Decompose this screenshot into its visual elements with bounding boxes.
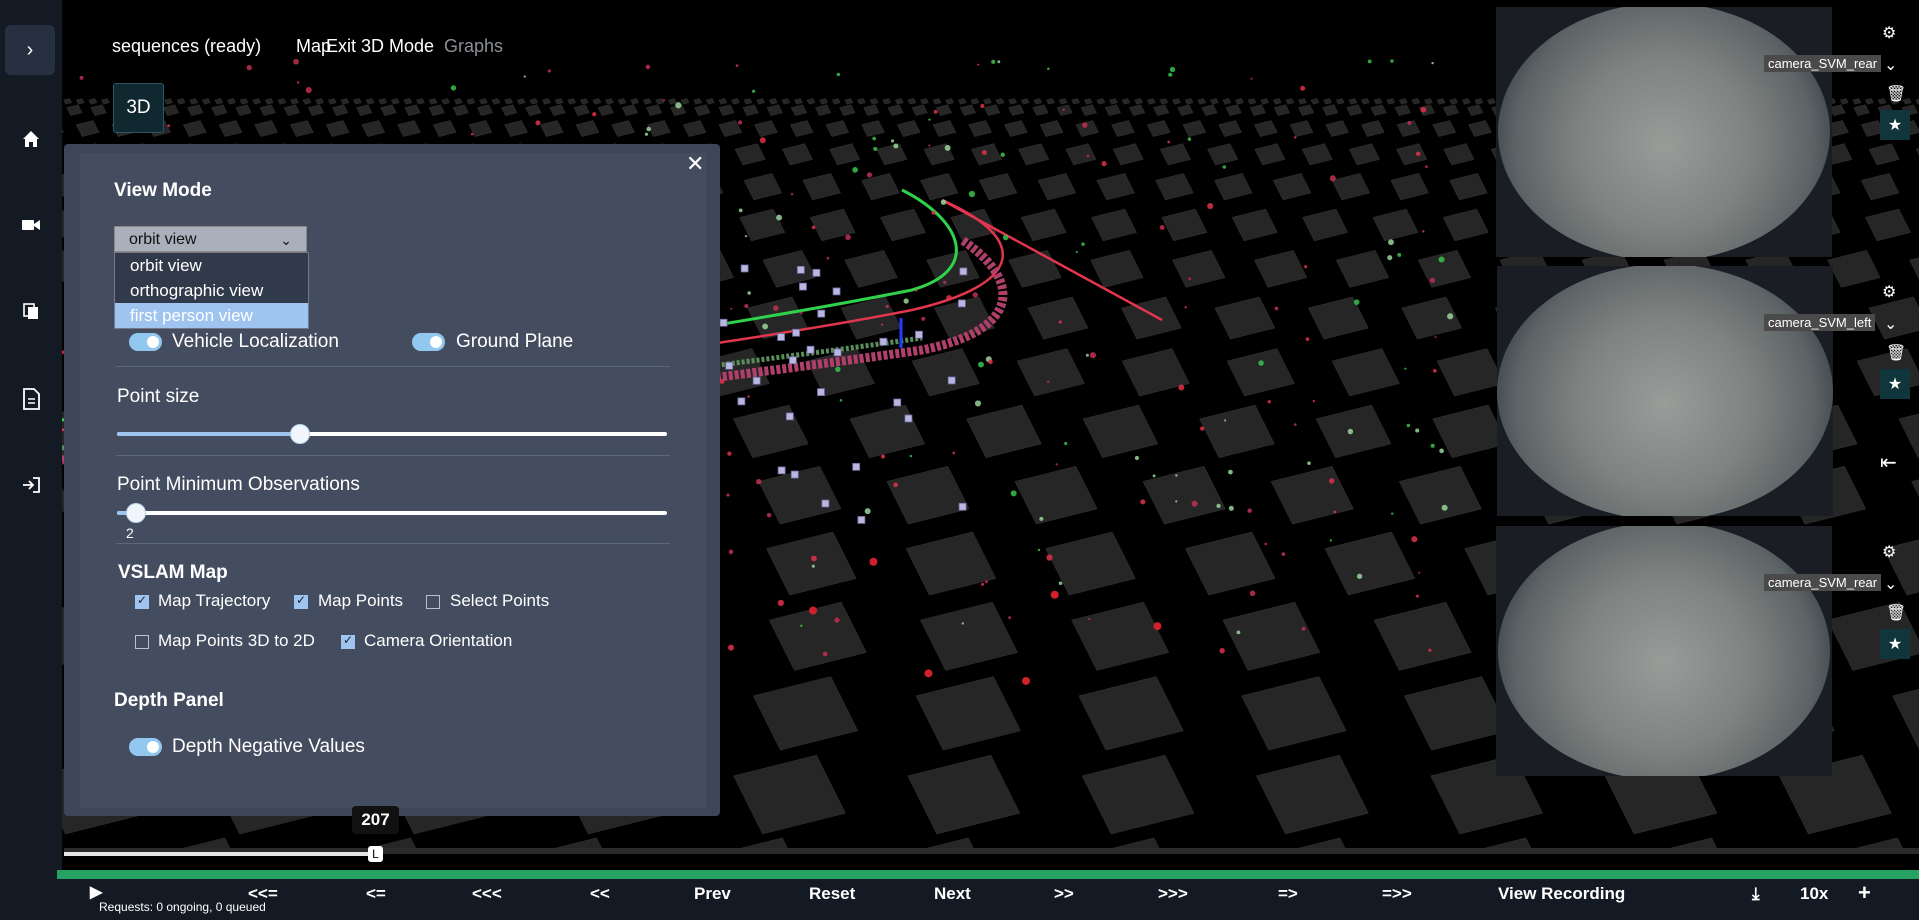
chevron-down-icon[interactable]: ⌄: [1884, 314, 1897, 334]
camera-select[interactable]: camera_SVM_left: [1764, 314, 1876, 331]
camera-image: [1498, 526, 1830, 776]
forward-fast-button[interactable]: >>>: [1158, 884, 1188, 904]
camera-orientation-label: Camera Orientation: [364, 631, 513, 650]
timeline-handle[interactable]: L: [368, 846, 383, 862]
divider: [116, 455, 670, 456]
collapse-panel-icon[interactable]: ⇤: [1880, 450, 1897, 475]
map-points-3d-to-2d-checkbox[interactable]: [135, 635, 149, 649]
add-button[interactable]: +: [1858, 880, 1871, 906]
point-size-slider-thumb[interactable]: [290, 424, 310, 444]
requests-status: Requests: 0 ongoing, 0 queued: [99, 900, 266, 914]
timeline-progress: [64, 852, 376, 856]
min-observations-label: Point Minimum Observations: [117, 474, 360, 495]
depth-negative-label: Depth Negative Values: [172, 736, 365, 757]
star-icon[interactable]: ★: [1880, 629, 1910, 659]
camera-orientation-checkbox[interactable]: [341, 633, 355, 649]
depth-negative-toggle[interactable]: [129, 738, 162, 756]
login-icon[interactable]: [12, 466, 50, 504]
recording-availability-bar: [57, 870, 1919, 879]
map-trajectory-label: Map Trajectory: [158, 591, 271, 610]
view-mode-heading: View Mode: [114, 180, 212, 201]
camera-panel: [1496, 7, 1832, 257]
select-points-checkbox[interactable]: [426, 595, 440, 609]
view-mode-dropdown: orbit view orthographic view first perso…: [114, 252, 309, 329]
3d-mode-button[interactable]: 3D: [113, 83, 164, 133]
trash-icon[interactable]: 🗑: [1886, 603, 1906, 623]
prev-button[interactable]: Prev: [694, 884, 731, 904]
star-icon[interactable]: ★: [1880, 110, 1910, 140]
camera-select[interactable]: camera_SVM_rear: [1764, 55, 1882, 72]
map-trajectory-checkbox[interactable]: [135, 593, 149, 609]
view-mode-select[interactable]: orbit view ⌄: [114, 226, 307, 252]
play-button[interactable]: ▶: [90, 882, 102, 902]
video-camera-icon[interactable]: [12, 206, 50, 244]
option-orbit-view[interactable]: orbit view: [115, 253, 308, 278]
vehicle-localization-toggle[interactable]: [129, 333, 162, 351]
sidebar: ›: [0, 0, 62, 920]
star-icon[interactable]: ★: [1880, 369, 1910, 399]
ground-plane-toggle[interactable]: [412, 333, 445, 351]
next-button[interactable]: Next: [934, 884, 971, 904]
gear-icon[interactable]: ⚙: [1882, 542, 1896, 562]
rewind-button[interactable]: <<: [590, 884, 610, 904]
frame-number-badge: 207: [352, 806, 399, 834]
playback-speed[interactable]: 10x: [1800, 884, 1828, 904]
camera-panel: [1496, 526, 1832, 776]
download-icon[interactable]: ⤓: [1752, 884, 1760, 904]
divider: [116, 366, 670, 367]
document-icon[interactable]: [12, 380, 50, 418]
gear-icon[interactable]: ⚙: [1882, 282, 1896, 302]
rewind-fast-button[interactable]: <<<: [472, 884, 502, 904]
jump-forward-button[interactable]: =>: [1278, 884, 1298, 904]
point-size-slider-fill: [117, 432, 299, 436]
camera-select[interactable]: camera_SVM_rear: [1764, 574, 1882, 591]
option-orthographic-view[interactable]: orthographic view: [115, 278, 308, 303]
sidebar-toggle-button[interactable]: ›: [5, 25, 55, 75]
chevron-down-icon[interactable]: ⌄: [1884, 55, 1897, 75]
map-points-checkbox[interactable]: [294, 593, 308, 609]
status-text: sequences (ready): [112, 36, 262, 56]
close-icon[interactable]: ✕: [686, 151, 704, 177]
map-points-label: Map Points: [318, 591, 404, 610]
playback-controls: [62, 879, 1919, 920]
jump-back-button[interactable]: <=: [366, 884, 386, 904]
jump-back-far-button[interactable]: <<=: [248, 884, 278, 904]
min-observations-value: 2: [126, 525, 134, 541]
ground-plane-label: Ground Plane: [456, 331, 574, 352]
chevron-down-icon: ⌄: [280, 232, 292, 248]
divider: [116, 543, 670, 544]
exit-3d-button[interactable]: Exit 3D Mode: [326, 36, 434, 57]
camera-image: [1498, 7, 1830, 257]
view-recording-button[interactable]: View Recording: [1498, 884, 1625, 904]
jump-forward-far-button[interactable]: =>>: [1382, 884, 1412, 904]
min-observations-slider-track[interactable]: [117, 511, 667, 515]
trash-icon[interactable]: 🗑: [1886, 343, 1906, 363]
chevron-down-icon[interactable]: ⌄: [1884, 574, 1897, 594]
copy-icon[interactable]: [12, 292, 50, 330]
map-points-3d-to-2d-label: Map Points 3D to 2D: [158, 631, 315, 650]
option-first-person-view[interactable]: first person view: [115, 303, 308, 328]
vehicle-localization-label: Vehicle Localization: [172, 331, 339, 352]
forward-button[interactable]: >>: [1054, 884, 1074, 904]
reset-button[interactable]: Reset: [809, 884, 855, 904]
camera-image: [1497, 266, 1833, 516]
gear-icon[interactable]: ⚙: [1882, 23, 1896, 43]
vslam-map-heading: VSLAM Map: [118, 562, 228, 583]
select-points-label: Select Points: [450, 591, 550, 610]
depth-panel-heading: Depth Panel: [114, 690, 224, 711]
view-mode-selected-value: orbit view: [129, 231, 197, 248]
camera-panel: [1497, 266, 1833, 516]
home-icon[interactable]: [12, 120, 50, 158]
tab-graphs[interactable]: Graphs: [444, 36, 503, 57]
point-size-label: Point size: [117, 386, 200, 407]
trash-icon[interactable]: 🗑: [1886, 84, 1906, 104]
min-observations-slider-thumb[interactable]: [126, 503, 146, 523]
